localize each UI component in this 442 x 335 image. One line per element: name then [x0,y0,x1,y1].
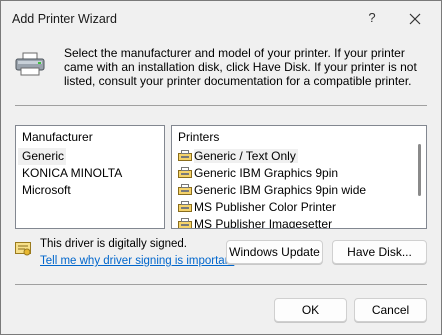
printer-small-icon [178,201,192,212]
driver-signing-link[interactable]: Tell me why driver signing is important [40,255,234,267]
printer-small-icon [178,167,192,178]
add-printer-wizard-window: Add Printer Wizard ? Select the manufact… [0,0,442,335]
have-disk-button[interactable]: Have Disk... [332,240,427,264]
help-button[interactable]: ? [363,10,381,28]
close-icon [409,13,421,25]
printer-item-ms-publisher-color[interactable]: MS Publisher Color Printer [172,199,426,216]
printers-scrollbar[interactable] [418,144,421,196]
printer-item-ibm-9pin-wide[interactable]: Generic IBM Graphics 9pin wide [172,182,426,199]
printer-icon [15,51,45,77]
manufacturer-item-microsoft[interactable]: Microsoft [16,182,164,199]
printer-item-label: Generic / Text Only [194,149,298,163]
manufacturer-header: Manufacturer [22,130,93,144]
printer-small-icon [178,184,192,195]
signed-driver-icon [15,241,32,257]
top-divider [15,105,427,106]
manufacturer-item-konica-minolta[interactable]: KONICA MINOLTA [16,165,164,182]
printer-item-label: MS Publisher Color Printer [194,200,337,214]
window-title: Add Printer Wizard [12,12,117,26]
printer-small-icon [178,150,192,161]
printer-item-ibm-9pin[interactable]: Generic IBM Graphics 9pin [172,165,426,182]
printers-header: Printers [178,130,220,144]
bottom-divider [15,284,427,285]
printer-item-label: Generic IBM Graphics 9pin wide [194,183,367,197]
printer-item-ms-publisher-imagesetter[interactable]: MS Publisher Imagesetter [172,216,426,229]
printers-listbox[interactable]: Printers Generic / Text Only Generic IBM… [171,125,427,229]
signature-status-text: This driver is digitally signed. [40,238,188,250]
printer-item-label: Generic IBM Graphics 9pin [194,166,339,180]
printer-item-generic-text-only[interactable]: Generic / Text Only [172,148,426,165]
intro-text: Select the manufacturer and model of you… [64,46,417,88]
printer-small-icon [178,218,192,228]
title-bar: Add Printer Wizard ? [1,1,441,37]
printer-item-label: MS Publisher Imagesetter [194,217,333,229]
ok-button[interactable]: OK [274,298,347,322]
windows-update-button[interactable]: Windows Update [226,240,323,264]
close-button[interactable] [405,9,425,29]
cancel-button[interactable]: Cancel [354,298,427,322]
manufacturer-item-generic[interactable]: Generic [18,148,66,165]
manufacturer-listbox[interactable]: Manufacturer Generic KONICA MINOLTA Micr… [15,125,165,229]
